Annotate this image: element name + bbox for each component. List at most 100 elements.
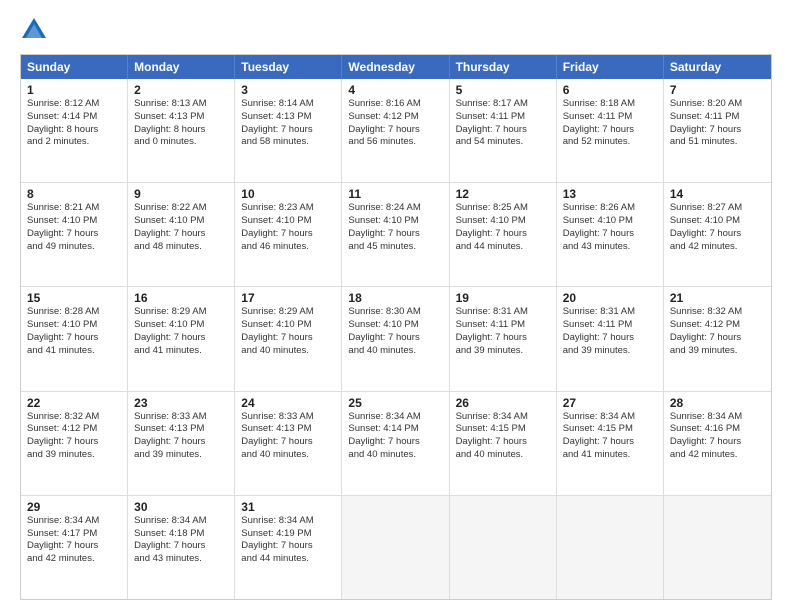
calendar-cell: 3Sunrise: 8:14 AMSunset: 4:13 PMDaylight… xyxy=(235,79,342,182)
calendar-cell: 14Sunrise: 8:27 AMSunset: 4:10 PMDayligh… xyxy=(664,183,771,286)
cell-line: and 46 minutes. xyxy=(241,241,335,254)
page: SundayMondayTuesdayWednesdayThursdayFrid… xyxy=(0,0,792,612)
day-number: 6 xyxy=(563,83,657,97)
cell-line: Sunrise: 8:21 AM xyxy=(27,202,121,215)
calendar-cell: 29Sunrise: 8:34 AMSunset: 4:17 PMDayligh… xyxy=(21,496,128,599)
cell-line: Daylight: 7 hours xyxy=(348,228,442,241)
calendar-cell: 28Sunrise: 8:34 AMSunset: 4:16 PMDayligh… xyxy=(664,392,771,495)
cell-line: and 39 minutes. xyxy=(670,345,765,358)
calendar-cell: 20Sunrise: 8:31 AMSunset: 4:11 PMDayligh… xyxy=(557,287,664,390)
cell-line: Sunrise: 8:31 AM xyxy=(456,306,550,319)
calendar-cell: 6Sunrise: 8:18 AMSunset: 4:11 PMDaylight… xyxy=(557,79,664,182)
day-number: 25 xyxy=(348,396,442,410)
cell-line: Daylight: 7 hours xyxy=(134,436,228,449)
cell-line: Sunset: 4:10 PM xyxy=(563,215,657,228)
cell-line: Sunset: 4:10 PM xyxy=(348,319,442,332)
calendar-cell xyxy=(450,496,557,599)
cell-line: Sunset: 4:13 PM xyxy=(134,111,228,124)
cell-line: and 39 minutes. xyxy=(563,345,657,358)
calendar-row: 1Sunrise: 8:12 AMSunset: 4:14 PMDaylight… xyxy=(21,79,771,183)
cell-line: Daylight: 7 hours xyxy=(456,124,550,137)
cell-line: Sunset: 4:10 PM xyxy=(27,215,121,228)
cell-line: Daylight: 7 hours xyxy=(134,332,228,345)
day-number: 30 xyxy=(134,500,228,514)
cell-line: Sunrise: 8:32 AM xyxy=(27,411,121,424)
cell-line: Sunset: 4:10 PM xyxy=(134,319,228,332)
cell-line: Daylight: 7 hours xyxy=(241,124,335,137)
cell-line: and 39 minutes. xyxy=(456,345,550,358)
cell-line: Daylight: 7 hours xyxy=(670,228,765,241)
calendar-cell: 23Sunrise: 8:33 AMSunset: 4:13 PMDayligh… xyxy=(128,392,235,495)
cell-line: and 40 minutes. xyxy=(241,449,335,462)
cell-line: Daylight: 8 hours xyxy=(27,124,121,137)
cell-line: and 56 minutes. xyxy=(348,136,442,149)
cell-line: Sunset: 4:19 PM xyxy=(241,528,335,541)
calendar-cell: 7Sunrise: 8:20 AMSunset: 4:11 PMDaylight… xyxy=(664,79,771,182)
cell-line: Sunset: 4:12 PM xyxy=(348,111,442,124)
calendar-row: 22Sunrise: 8:32 AMSunset: 4:12 PMDayligh… xyxy=(21,392,771,496)
cell-line: Sunrise: 8:16 AM xyxy=(348,98,442,111)
cell-line: and 45 minutes. xyxy=(348,241,442,254)
day-number: 26 xyxy=(456,396,550,410)
cell-line: Sunset: 4:11 PM xyxy=(563,111,657,124)
cell-line: Sunset: 4:16 PM xyxy=(670,423,765,436)
cell-line: Sunset: 4:11 PM xyxy=(670,111,765,124)
cell-line: Sunrise: 8:20 AM xyxy=(670,98,765,111)
cell-line: Sunset: 4:10 PM xyxy=(241,215,335,228)
cell-line: Sunset: 4:10 PM xyxy=(456,215,550,228)
day-number: 5 xyxy=(456,83,550,97)
day-number: 9 xyxy=(134,187,228,201)
cell-line: Daylight: 7 hours xyxy=(456,436,550,449)
day-number: 19 xyxy=(456,291,550,305)
cell-line: Daylight: 7 hours xyxy=(670,436,765,449)
cell-line: Daylight: 7 hours xyxy=(348,124,442,137)
cell-line: Sunrise: 8:34 AM xyxy=(241,515,335,528)
cell-line: Sunset: 4:14 PM xyxy=(348,423,442,436)
cell-line: Sunset: 4:13 PM xyxy=(134,423,228,436)
cell-line: Sunrise: 8:30 AM xyxy=(348,306,442,319)
cell-line: Daylight: 7 hours xyxy=(563,228,657,241)
day-number: 7 xyxy=(670,83,765,97)
cell-line: and 40 minutes. xyxy=(348,449,442,462)
header-cell-saturday: Saturday xyxy=(664,55,771,79)
calendar-cell: 21Sunrise: 8:32 AMSunset: 4:12 PMDayligh… xyxy=(664,287,771,390)
cell-line: Sunset: 4:15 PM xyxy=(563,423,657,436)
header-cell-wednesday: Wednesday xyxy=(342,55,449,79)
day-number: 11 xyxy=(348,187,442,201)
cell-line: Sunset: 4:13 PM xyxy=(241,423,335,436)
cell-line: Daylight: 7 hours xyxy=(241,436,335,449)
cell-line: and 39 minutes. xyxy=(27,449,121,462)
header-cell-monday: Monday xyxy=(128,55,235,79)
calendar-cell: 24Sunrise: 8:33 AMSunset: 4:13 PMDayligh… xyxy=(235,392,342,495)
cell-line: Sunset: 4:10 PM xyxy=(134,215,228,228)
day-number: 13 xyxy=(563,187,657,201)
cell-line: and 48 minutes. xyxy=(134,241,228,254)
cell-line: Daylight: 7 hours xyxy=(241,332,335,345)
cell-line: and 42 minutes. xyxy=(670,449,765,462)
day-number: 1 xyxy=(27,83,121,97)
cell-line: and 43 minutes. xyxy=(563,241,657,254)
calendar-header-row: SundayMondayTuesdayWednesdayThursdayFrid… xyxy=(21,55,771,79)
cell-line: Sunset: 4:14 PM xyxy=(27,111,121,124)
cell-line: Sunrise: 8:34 AM xyxy=(456,411,550,424)
cell-line: Sunset: 4:10 PM xyxy=(241,319,335,332)
calendar-row: 15Sunrise: 8:28 AMSunset: 4:10 PMDayligh… xyxy=(21,287,771,391)
cell-line: Sunrise: 8:34 AM xyxy=(670,411,765,424)
cell-line: and 40 minutes. xyxy=(241,345,335,358)
cell-line: and 44 minutes. xyxy=(241,553,335,566)
cell-line: and 44 minutes. xyxy=(456,241,550,254)
calendar-cell: 9Sunrise: 8:22 AMSunset: 4:10 PMDaylight… xyxy=(128,183,235,286)
cell-line: Daylight: 7 hours xyxy=(27,540,121,553)
cell-line: and 40 minutes. xyxy=(456,449,550,462)
calendar-cell: 5Sunrise: 8:17 AMSunset: 4:11 PMDaylight… xyxy=(450,79,557,182)
day-number: 31 xyxy=(241,500,335,514)
calendar-cell: 30Sunrise: 8:34 AMSunset: 4:18 PMDayligh… xyxy=(128,496,235,599)
day-number: 3 xyxy=(241,83,335,97)
cell-line: Daylight: 7 hours xyxy=(563,332,657,345)
cell-line: Daylight: 7 hours xyxy=(348,332,442,345)
cell-line: and 0 minutes. xyxy=(134,136,228,149)
cell-line: Sunrise: 8:25 AM xyxy=(456,202,550,215)
calendar-body: 1Sunrise: 8:12 AMSunset: 4:14 PMDaylight… xyxy=(21,79,771,599)
calendar-cell: 25Sunrise: 8:34 AMSunset: 4:14 PMDayligh… xyxy=(342,392,449,495)
cell-line: Sunrise: 8:17 AM xyxy=(456,98,550,111)
